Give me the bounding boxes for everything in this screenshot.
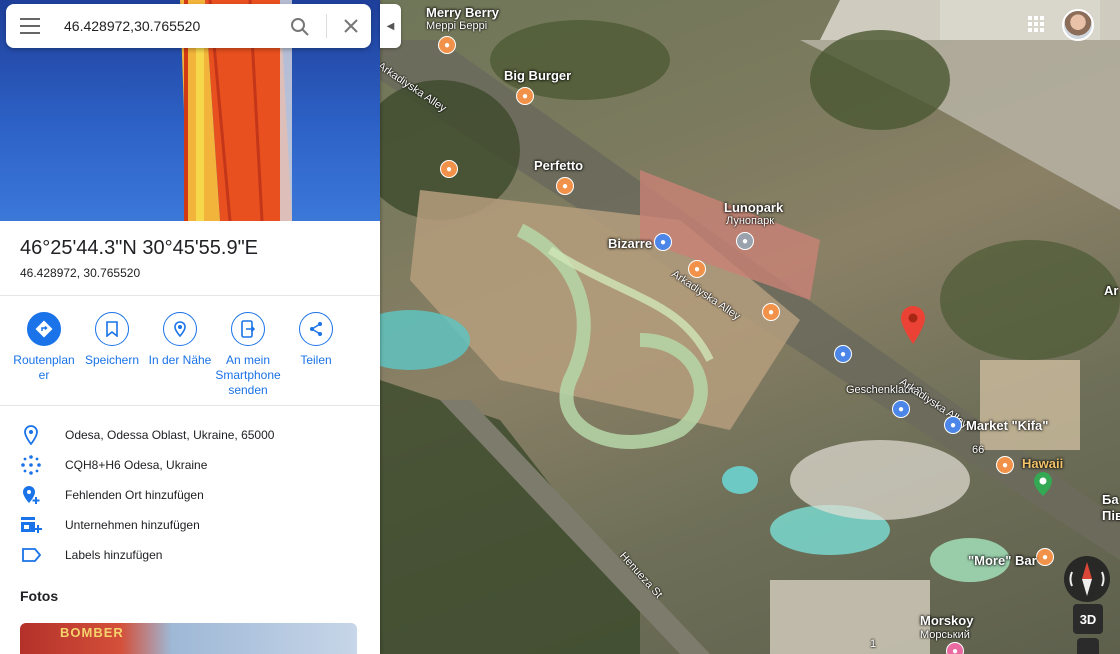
cafe-icon[interactable]: ● [996,456,1014,474]
address-text: Odesa, Odessa Oblast, Ukraine, 65000 [65,428,275,442]
add-missing-place-text: Fehlenden Ort hinzufügen [65,488,204,502]
amusement-park-icon[interactable]: ● [736,232,754,250]
restaurant-icon[interactable]: ● [438,36,456,54]
action-label: Speichern [84,353,140,367]
restaurant-icon[interactable]: ● [440,160,458,178]
3d-toggle-button[interactable]: 3D [1073,604,1103,634]
restaurant-icon[interactable]: ● [762,303,780,321]
decimal-coordinates: 46.428972, 30.765520 [20,266,141,280]
bookmark-icon [106,321,118,337]
search-bar [6,4,371,48]
location-pin-icon [24,425,38,445]
map-label-partial: Пів [1102,508,1120,523]
search-icon[interactable] [290,17,310,37]
share-icon [310,322,322,336]
send-to-phone-icon [241,320,256,338]
restaurant-icon[interactable]: ● [516,87,534,105]
page-title: 46°25'44.3"N 30°45'55.9"E [20,237,259,259]
map-label-big-burger[interactable]: Big Burger [504,68,571,83]
photo-thumbnail[interactable]: BOMBER [20,623,357,654]
nearby-button[interactable]: In der Nähe [146,312,214,398]
plus-code-row[interactable]: CQH8+H6 Odesa, Ukraine [20,454,207,476]
map-label-lunopark[interactable]: Lunopark [724,200,783,215]
dropped-pin-icon[interactable] [901,306,925,344]
green-pin-icon[interactable] [1034,472,1052,496]
collapse-panel-button[interactable]: ◀ [380,4,401,48]
action-label: Routenplaner [13,353,75,382]
bar-icon[interactable]: ● [1036,548,1054,566]
map-label-lunopark-ru: Лунопарк [726,215,775,227]
shopping-icon[interactable]: ● [892,400,910,418]
add-labels-text: Labels hinzufügen [65,548,163,562]
add-missing-place-row[interactable]: Fehlenden Ort hinzufügen [20,484,204,506]
map-label-morskoy-ru: Морський [920,629,970,641]
nearby-icon [174,321,186,338]
hotel-icon[interactable]: ● [946,642,964,654]
search-divider [326,14,327,38]
divider [0,295,380,296]
compass-icon [1069,562,1105,596]
photos-heading: Fotos [20,588,59,604]
side-panel: 46°25'44.3"N 30°45'55.9"E 46.428972, 30.… [0,0,380,654]
add-place-icon [23,486,40,504]
directions-icon [35,320,53,338]
action-bar: Routenplaner Speichern In der Nähe An me… [10,312,360,398]
action-label: In der Nähe [148,353,212,367]
map-label-house-number: 66 [972,444,985,456]
map-label-partial: Ба [1102,492,1119,507]
search-input[interactable] [64,15,264,37]
map-label-merry-berry-ru: Меррі Беррі [426,20,488,32]
shopping-icon[interactable]: ● [654,233,672,251]
map-label-bizarre[interactable]: Bizarre [608,236,652,251]
address-row[interactable]: Odesa, Odessa Oblast, Ukraine, 65000 [20,424,274,446]
avatar[interactable] [1062,9,1094,41]
map-label-perfetto[interactable]: Perfetto [534,158,583,173]
shopping-icon[interactable]: ● [944,416,962,434]
share-button[interactable]: Teilen [282,312,350,398]
plus-code-icon [21,455,41,475]
map-label-hawaii[interactable]: Hawaii [1022,456,1063,471]
send-to-phone-button[interactable]: An mein Smartphone senden [214,312,282,398]
divider [0,405,380,406]
add-business-row[interactable]: Unternehmen hinzufügen [20,514,200,536]
cafe-icon[interactable]: ● [688,260,706,278]
add-business-icon [21,517,42,533]
shopping-icon[interactable]: ● [834,345,852,363]
my-location-button[interactable] [1077,638,1099,654]
plus-code-text: CQH8+H6 Odesa, Ukraine [65,458,208,472]
photo-sign-text: BOMBER [60,625,124,640]
map-label-more-bar[interactable]: "More" Bar [968,553,1037,568]
map-label-partial: Ar [1104,283,1119,298]
menu-icon[interactable] [20,18,40,34]
map-label-house-number: 1 [870,638,877,650]
map-canvas[interactable]: ● Merry Berry Меррі Беррі ● Big Burger ●… [380,0,1120,654]
map-label-market-kifa[interactable]: Market "Kifa" [966,418,1048,433]
close-icon[interactable] [343,18,359,34]
map-label-morskoy[interactable]: Morskoy [920,613,973,628]
label-icon [22,548,41,562]
routenplaner-button[interactable]: Routenplaner [10,312,78,398]
map-label-merry-berry[interactable]: Merry Berry [426,5,499,20]
add-labels-row[interactable]: Labels hinzufügen [20,544,162,566]
add-business-text: Unternehmen hinzufügen [65,518,200,532]
cafe-icon[interactable]: ● [556,177,574,195]
action-label: Teilen [300,353,332,367]
chevron-left-icon: ◀ [386,20,395,32]
compass-button[interactable] [1064,556,1110,602]
save-button[interactable]: Speichern [78,312,146,398]
action-label: An mein Smartphone senden [215,353,281,397]
apps-grid-icon[interactable] [1028,16,1044,32]
